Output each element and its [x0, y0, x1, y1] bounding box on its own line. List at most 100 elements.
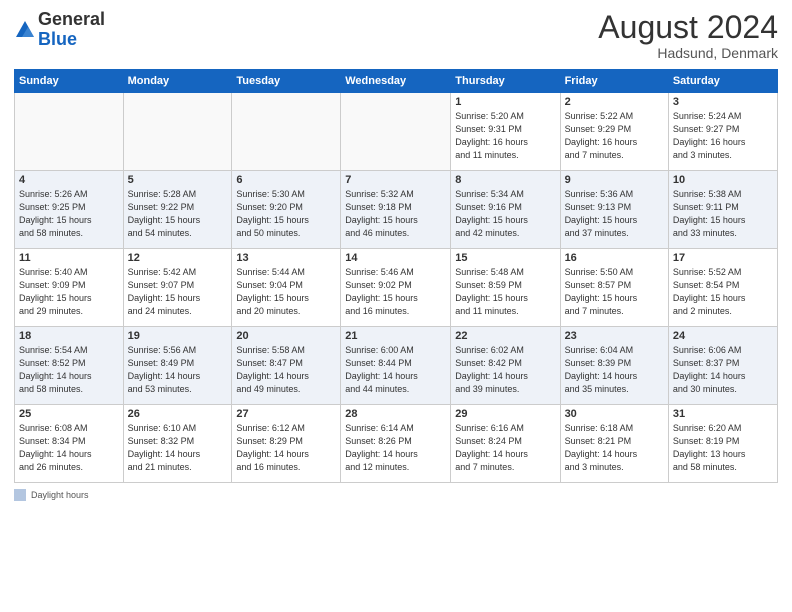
logo-general: General: [38, 9, 105, 29]
day-info: Sunrise: 5:52 AM Sunset: 8:54 PM Dayligh…: [673, 266, 773, 318]
day-info: Sunrise: 6:02 AM Sunset: 8:42 PM Dayligh…: [455, 344, 555, 396]
day-info: Sunrise: 5:22 AM Sunset: 9:29 PM Dayligh…: [565, 110, 664, 162]
day-number: 14: [345, 252, 446, 264]
day-number: 10: [673, 174, 773, 186]
logo-text: General Blue: [38, 10, 105, 50]
week-row-0: 1 Sunrise: 5:20 AM Sunset: 9:31 PM Daylig…: [15, 93, 778, 171]
location: Hadsund, Denmark: [598, 45, 778, 61]
day-number: 2: [565, 96, 664, 108]
calendar-cell: 12 Sunrise: 5:42 AM Sunset: 9:07 PM Dayli…: [123, 249, 232, 327]
calendar-cell: 25 Sunrise: 6:08 AM Sunset: 8:34 PM Dayli…: [15, 405, 124, 483]
calendar-cell: 28Sunrise: 6:14 AM Sunset: 8:26 PM Dayli…: [341, 405, 451, 483]
day-info: Sunrise: 6:00 AM Sunset: 8:44 PM Dayligh…: [345, 344, 446, 396]
logo-icon: [14, 19, 36, 41]
calendar-cell: 8 Sunrise: 5:34 AM Sunset: 9:16 PM Daylig…: [451, 171, 560, 249]
day-info: Sunrise: 5:28 AM Sunset: 9:22 PM Dayligh…: [128, 188, 228, 240]
day-number: 18: [19, 330, 119, 342]
day-info: Sunrise: 5:20 AM Sunset: 9:31 PM Dayligh…: [455, 110, 555, 162]
day-info: Sunrise: 5:24 AM Sunset: 9:27 PM Dayligh…: [673, 110, 773, 162]
day-info: Sunrise: 5:56 AM Sunset: 8:49 PM Dayligh…: [128, 344, 228, 396]
calendar-cell: 13 Sunrise: 5:44 AM Sunset: 9:04 PM Dayli…: [232, 249, 341, 327]
calendar-cell: 5 Sunrise: 5:28 AM Sunset: 9:22 PM Daylig…: [123, 171, 232, 249]
calendar-cell: 3 Sunrise: 5:24 AM Sunset: 9:27 PM Daylig…: [668, 93, 777, 171]
week-row-2: 11Sunrise: 5:40 AM Sunset: 9:09 PM Dayli…: [15, 249, 778, 327]
weekday-wednesday: Wednesday: [341, 70, 451, 93]
calendar-cell: 19 Sunrise: 5:56 AM Sunset: 8:49 PM Dayli…: [123, 327, 232, 405]
day-info: Sunrise: 6:12 AM Sunset: 8:29 PM Dayligh…: [236, 422, 336, 474]
week-row-1: 4 Sunrise: 5:26 AM Sunset: 9:25 PM Daylig…: [15, 171, 778, 249]
calendar-cell: 14 Sunrise: 5:46 AM Sunset: 9:02 PM Dayli…: [341, 249, 451, 327]
calendar-cell: 30Sunrise: 6:18 AM Sunset: 8:21 PM Dayli…: [560, 405, 668, 483]
calendar-cell: 18 Sunrise: 5:54 AM Sunset: 8:52 PM Dayli…: [15, 327, 124, 405]
weekday-monday: Monday: [123, 70, 232, 93]
weekday-saturday: Saturday: [668, 70, 777, 93]
day-info: Sunrise: 5:42 AM Sunset: 9:07 PM Dayligh…: [128, 266, 228, 318]
day-number: 15: [455, 252, 555, 264]
day-info: Sunrise: 5:50 AM Sunset: 8:57 PM Dayligh…: [565, 266, 664, 318]
calendar-cell: 2 Sunrise: 5:22 AM Sunset: 9:29 PM Daylig…: [560, 93, 668, 171]
day-info: Sunrise: 6:18 AM Sunset: 8:21 PM Dayligh…: [565, 422, 664, 474]
day-number: 13: [236, 252, 336, 264]
day-number: 20: [236, 330, 336, 342]
calendar-cell: 22Sunrise: 6:02 AM Sunset: 8:42 PM Dayli…: [451, 327, 560, 405]
day-info: Sunrise: 5:32 AM Sunset: 9:18 PM Dayligh…: [345, 188, 446, 240]
day-number: 25: [19, 408, 119, 420]
day-info: Sunrise: 6:08 AM Sunset: 8:34 PM Dayligh…: [19, 422, 119, 474]
calendar-cell: 31 Sunrise: 6:20 AM Sunset: 8:19 PM Dayli…: [668, 405, 777, 483]
calendar-cell: 7 Sunrise: 5:32 AM Sunset: 9:18 PM Daylig…: [341, 171, 451, 249]
day-info: Sunrise: 5:44 AM Sunset: 9:04 PM Dayligh…: [236, 266, 336, 318]
calendar-cell: 29Sunrise: 6:16 AM Sunset: 8:24 PM Dayli…: [451, 405, 560, 483]
calendar-cell: [15, 93, 124, 171]
day-info: Sunrise: 5:48 AM Sunset: 8:59 PM Dayligh…: [455, 266, 555, 318]
day-number: 19: [128, 330, 228, 342]
weekday-thursday: Thursday: [451, 70, 560, 93]
day-number: 16: [565, 252, 664, 264]
calendar-cell: [341, 93, 451, 171]
day-number: 8: [455, 174, 555, 186]
day-info: Sunrise: 5:58 AM Sunset: 8:47 PM Dayligh…: [236, 344, 336, 396]
day-number: 17: [673, 252, 773, 264]
calendar-cell: 16 Sunrise: 5:50 AM Sunset: 8:57 PM Dayli…: [560, 249, 668, 327]
day-number: 24: [673, 330, 773, 342]
calendar-cell: 27Sunrise: 6:12 AM Sunset: 8:29 PM Dayli…: [232, 405, 341, 483]
day-number: 7: [345, 174, 446, 186]
day-number: 28: [345, 408, 446, 420]
legend-box: [14, 489, 26, 501]
day-number: 3: [673, 96, 773, 108]
calendar-cell: 15 Sunrise: 5:48 AM Sunset: 8:59 PM Dayli…: [451, 249, 560, 327]
footer: Daylight hours: [14, 489, 778, 501]
calendar-cell: 4 Sunrise: 5:26 AM Sunset: 9:25 PM Daylig…: [15, 171, 124, 249]
calendar-cell: 6Sunrise: 5:30 AM Sunset: 9:20 PM Daylig…: [232, 171, 341, 249]
day-info: Sunrise: 6:20 AM Sunset: 8:19 PM Dayligh…: [673, 422, 773, 474]
day-number: 23: [565, 330, 664, 342]
day-number: 5: [128, 174, 228, 186]
title-block: August 2024 Hadsund, Denmark: [598, 10, 778, 61]
day-info: Sunrise: 6:10 AM Sunset: 8:32 PM Dayligh…: [128, 422, 228, 474]
day-info: Sunrise: 5:26 AM Sunset: 9:25 PM Dayligh…: [19, 188, 119, 240]
day-number: 12: [128, 252, 228, 264]
header: General Blue August 2024 Hadsund, Denmar…: [14, 10, 778, 61]
day-number: 4: [19, 174, 119, 186]
day-info: Sunrise: 5:54 AM Sunset: 8:52 PM Dayligh…: [19, 344, 119, 396]
calendar-cell: 26 Sunrise: 6:10 AM Sunset: 8:32 PM Dayli…: [123, 405, 232, 483]
day-number: 26: [128, 408, 228, 420]
week-row-3: 18 Sunrise: 5:54 AM Sunset: 8:52 PM Dayli…: [15, 327, 778, 405]
calendar-cell: 17 Sunrise: 5:52 AM Sunset: 8:54 PM Dayli…: [668, 249, 777, 327]
day-number: 31: [673, 408, 773, 420]
day-info: Sunrise: 6:04 AM Sunset: 8:39 PM Dayligh…: [565, 344, 664, 396]
calendar-cell: [123, 93, 232, 171]
day-info: Sunrise: 5:36 AM Sunset: 9:13 PM Dayligh…: [565, 188, 664, 240]
calendar-cell: 1 Sunrise: 5:20 AM Sunset: 9:31 PM Daylig…: [451, 93, 560, 171]
day-info: Sunrise: 5:46 AM Sunset: 9:02 PM Dayligh…: [345, 266, 446, 318]
calendar-cell: 11Sunrise: 5:40 AM Sunset: 9:09 PM Dayli…: [15, 249, 124, 327]
weekday-friday: Friday: [560, 70, 668, 93]
day-number: 1: [455, 96, 555, 108]
month-title: August 2024: [598, 10, 778, 45]
calendar-cell: 10Sunrise: 5:38 AM Sunset: 9:11 PM Dayli…: [668, 171, 777, 249]
calendar-cell: [232, 93, 341, 171]
weekday-sunday: Sunday: [15, 70, 124, 93]
weekday-tuesday: Tuesday: [232, 70, 341, 93]
day-info: Sunrise: 5:34 AM Sunset: 9:16 PM Dayligh…: [455, 188, 555, 240]
calendar-cell: 23 Sunrise: 6:04 AM Sunset: 8:39 PM Dayli…: [560, 327, 668, 405]
logo: General Blue: [14, 10, 105, 50]
